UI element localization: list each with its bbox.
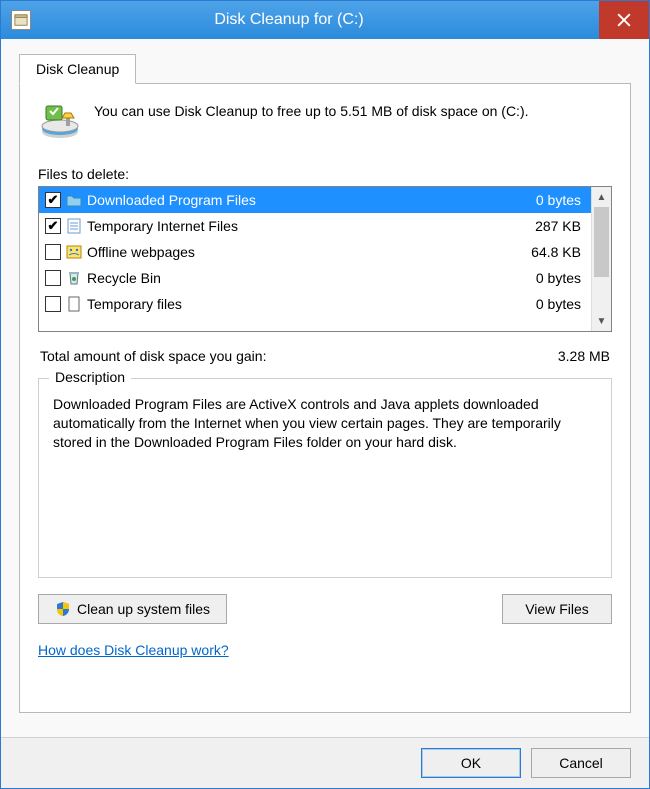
file-item-checkbox[interactable] — [45, 296, 61, 312]
file-item-checkbox[interactable]: ✔ — [45, 218, 61, 234]
file-list-item[interactable]: Offline webpages64.8 KB — [39, 239, 591, 265]
file-item-size: 64.8 KB — [507, 244, 587, 260]
file-item-name: Temporary Internet Files — [87, 218, 507, 234]
window-title: Disk Cleanup for (C:) — [39, 11, 599, 29]
intro-section: You can use Disk Cleanup to free up to 5… — [38, 102, 612, 142]
ok-label: OK — [461, 755, 481, 771]
tab-panel: You can use Disk Cleanup to free up to 5… — [19, 83, 631, 713]
file-item-size: 0 bytes — [507, 192, 587, 208]
file-list-item[interactable]: Recycle Bin0 bytes — [39, 265, 591, 291]
file-list-item[interactable]: Temporary files0 bytes — [39, 291, 591, 317]
file-item-name: Downloaded Program Files — [87, 192, 507, 208]
doc-icon — [65, 217, 83, 235]
scroll-up-button[interactable]: ▲ — [592, 187, 611, 207]
view-files-label: View Files — [525, 601, 589, 617]
disk-cleanup-icon — [38, 102, 82, 142]
cancel-label: Cancel — [559, 755, 603, 771]
file-item-name: Recycle Bin — [87, 270, 507, 286]
web-icon — [65, 243, 83, 261]
file-item-size: 0 bytes — [507, 296, 587, 312]
intro-text: You can use Disk Cleanup to free up to 5… — [94, 102, 529, 121]
ok-button[interactable]: OK — [421, 748, 521, 778]
total-value: 3.28 MB — [558, 348, 610, 364]
close-button[interactable] — [599, 1, 649, 39]
file-item-name: Temporary files — [87, 296, 507, 312]
file-item-checkbox[interactable] — [45, 270, 61, 286]
cleanup-system-files-label: Clean up system files — [77, 601, 210, 617]
files-to-delete-label: Files to delete: — [38, 166, 612, 182]
app-icon — [11, 10, 31, 30]
tab-disk-cleanup[interactable]: Disk Cleanup — [19, 54, 136, 84]
description-legend: Description — [49, 369, 131, 385]
total-row: Total amount of disk space you gain: 3.2… — [40, 348, 610, 364]
scroll-thumb[interactable] — [594, 207, 609, 277]
file-item-checkbox[interactable]: ✔ — [45, 192, 61, 208]
file-item-name: Offline webpages — [87, 244, 507, 260]
shield-icon — [55, 601, 71, 617]
description-box: Description Downloaded Program Files are… — [38, 378, 612, 578]
dialog-buttons: OK Cancel — [1, 737, 649, 788]
cancel-button[interactable]: Cancel — [531, 748, 631, 778]
file-list-item[interactable]: ✔ Temporary Internet Files287 KB — [39, 213, 591, 239]
scroll-down-button[interactable]: ▼ — [592, 311, 611, 331]
total-label: Total amount of disk space you gain: — [40, 348, 266, 364]
file-list: ✔Downloaded Program Files0 bytes✔Tempora… — [38, 186, 612, 332]
cleanup-system-files-button[interactable]: Clean up system files — [38, 594, 227, 624]
bin-icon — [65, 269, 83, 287]
disk-cleanup-window: Disk Cleanup for (C:) Disk Cleanup — [0, 0, 650, 789]
titlebar: Disk Cleanup for (C:) — [1, 1, 649, 39]
help-link[interactable]: How does Disk Cleanup work? — [38, 642, 612, 658]
file-list-item[interactable]: ✔ Downloaded Program Files0 bytes — [39, 187, 591, 213]
view-files-button[interactable]: View Files — [502, 594, 612, 624]
description-text: Downloaded Program Files are ActiveX con… — [53, 395, 597, 452]
file-item-size: 0 bytes — [507, 270, 587, 286]
file-item-checkbox[interactable] — [45, 244, 61, 260]
file-icon — [65, 295, 83, 313]
folder-icon — [65, 191, 83, 209]
file-item-size: 287 KB — [507, 218, 587, 234]
scrollbar[interactable]: ▲ ▼ — [591, 187, 611, 331]
